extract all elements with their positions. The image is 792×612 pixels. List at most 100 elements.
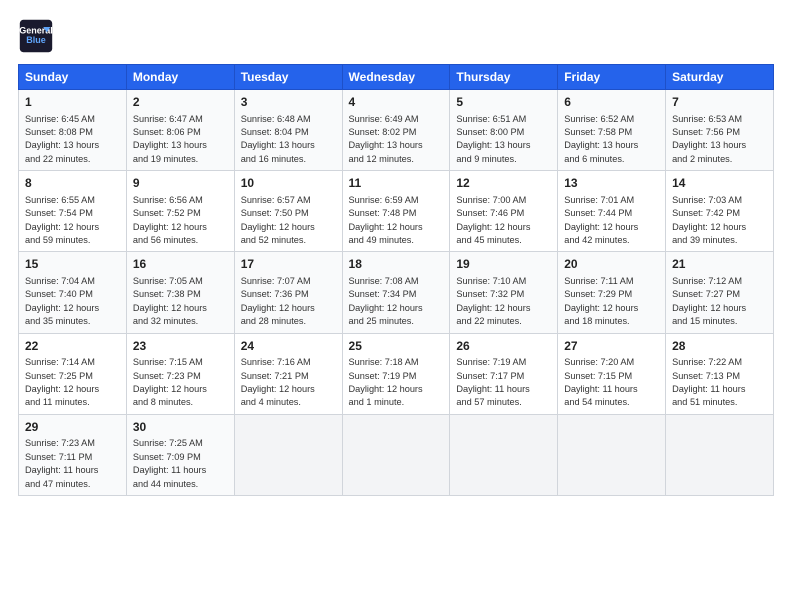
calendar-cell: 20 Sunrise: 7:11 AM Sunset: 7:29 PM Dayli… [558, 252, 666, 333]
day-info: Sunrise: 7:18 AM Sunset: 7:19 PM Dayligh… [349, 356, 444, 409]
calendar-cell [450, 414, 558, 495]
day-info: Sunrise: 7:16 AM Sunset: 7:21 PM Dayligh… [241, 356, 336, 409]
day-number: 1 [25, 94, 120, 111]
calendar-cell: 26Sunrise: 7:19 AM Sunset: 7:17 PM Dayli… [450, 333, 558, 414]
calendar-cell: 9 Sunrise: 6:56 AM Sunset: 7:52 PM Daylig… [126, 171, 234, 252]
day-info: Sunrise: 6:45 AM Sunset: 8:08 PM Dayligh… [25, 113, 120, 166]
calendar-cell: 6 Sunrise: 6:52 AM Sunset: 7:58 PM Daylig… [558, 90, 666, 171]
day-info: Sunrise: 7:00 AM Sunset: 7:46 PM Dayligh… [456, 194, 551, 247]
day-info: Sunrise: 7:08 AM Sunset: 7:34 PM Dayligh… [349, 275, 444, 328]
calendar-cell: 11 Sunrise: 6:59 AM Sunset: 7:48 PM Dayli… [342, 171, 450, 252]
day-info: Sunrise: 7:25 AM Sunset: 7:09 PM Dayligh… [133, 437, 228, 490]
calendar-cell: 24Sunrise: 7:16 AM Sunset: 7:21 PM Dayli… [234, 333, 342, 414]
calendar-cell: 29Sunrise: 7:23 AM Sunset: 7:11 PM Dayli… [19, 414, 127, 495]
day-number: 11 [349, 175, 444, 192]
day-info: Sunrise: 7:11 AM Sunset: 7:29 PM Dayligh… [564, 275, 659, 328]
calendar-cell [234, 414, 342, 495]
calendar-body: 1 Sunrise: 6:45 AM Sunset: 8:08 PM Daylig… [19, 90, 774, 496]
calendar-cell: 17 Sunrise: 7:07 AM Sunset: 7:36 PM Dayli… [234, 252, 342, 333]
day-number: 7 [672, 94, 767, 111]
day-info: Sunrise: 6:48 AM Sunset: 8:04 PM Dayligh… [241, 113, 336, 166]
calendar-cell: 25Sunrise: 7:18 AM Sunset: 7:19 PM Dayli… [342, 333, 450, 414]
calendar-week-2: 15 Sunrise: 7:04 AM Sunset: 7:40 PM Dayli… [19, 252, 774, 333]
calendar-cell: 13 Sunrise: 7:01 AM Sunset: 7:44 PM Dayli… [558, 171, 666, 252]
day-info: Sunrise: 7:19 AM Sunset: 7:17 PM Dayligh… [456, 356, 551, 409]
calendar-week-4: 29Sunrise: 7:23 AM Sunset: 7:11 PM Dayli… [19, 414, 774, 495]
calendar-cell: 5 Sunrise: 6:51 AM Sunset: 8:00 PM Daylig… [450, 90, 558, 171]
day-info: Sunrise: 6:59 AM Sunset: 7:48 PM Dayligh… [349, 194, 444, 247]
day-number: 3 [241, 94, 336, 111]
day-number: 2 [133, 94, 228, 111]
day-header-thursday: Thursday [450, 65, 558, 90]
day-number: 16 [133, 256, 228, 273]
day-number: 5 [456, 94, 551, 111]
day-info: Sunrise: 6:49 AM Sunset: 8:02 PM Dayligh… [349, 113, 444, 166]
day-number: 26 [456, 338, 551, 355]
calendar-cell: 4 Sunrise: 6:49 AM Sunset: 8:02 PM Daylig… [342, 90, 450, 171]
day-number: 20 [564, 256, 659, 273]
calendar-cell: 2 Sunrise: 6:47 AM Sunset: 8:06 PM Daylig… [126, 90, 234, 171]
calendar-cell [558, 414, 666, 495]
calendar-cell: 8 Sunrise: 6:55 AM Sunset: 7:54 PM Daylig… [19, 171, 127, 252]
day-number: 4 [349, 94, 444, 111]
day-number: 19 [456, 256, 551, 273]
day-info: Sunrise: 6:53 AM Sunset: 7:56 PM Dayligh… [672, 113, 767, 166]
day-header-saturday: Saturday [666, 65, 774, 90]
day-number: 6 [564, 94, 659, 111]
day-number: 18 [349, 256, 444, 273]
day-info: Sunrise: 6:52 AM Sunset: 7:58 PM Dayligh… [564, 113, 659, 166]
day-info: Sunrise: 7:15 AM Sunset: 7:23 PM Dayligh… [133, 356, 228, 409]
calendar-cell: 23Sunrise: 7:15 AM Sunset: 7:23 PM Dayli… [126, 333, 234, 414]
calendar-cell: 14 Sunrise: 7:03 AM Sunset: 7:42 PM Dayli… [666, 171, 774, 252]
calendar-cell: 1 Sunrise: 6:45 AM Sunset: 8:08 PM Daylig… [19, 90, 127, 171]
day-number: 17 [241, 256, 336, 273]
day-number: 27 [564, 338, 659, 355]
calendar-cell: 28Sunrise: 7:22 AM Sunset: 7:13 PM Dayli… [666, 333, 774, 414]
day-info: Sunrise: 6:56 AM Sunset: 7:52 PM Dayligh… [133, 194, 228, 247]
day-number: 12 [456, 175, 551, 192]
day-info: Sunrise: 7:05 AM Sunset: 7:38 PM Dayligh… [133, 275, 228, 328]
day-number: 22 [25, 338, 120, 355]
calendar-cell: 21Sunrise: 7:12 AM Sunset: 7:27 PM Dayli… [666, 252, 774, 333]
calendar-cell [666, 414, 774, 495]
day-number: 8 [25, 175, 120, 192]
day-number: 14 [672, 175, 767, 192]
day-info: Sunrise: 7:01 AM Sunset: 7:44 PM Dayligh… [564, 194, 659, 247]
day-number: 13 [564, 175, 659, 192]
day-number: 15 [25, 256, 120, 273]
calendar-cell: 16 Sunrise: 7:05 AM Sunset: 7:38 PM Dayli… [126, 252, 234, 333]
day-header-friday: Friday [558, 65, 666, 90]
day-header-monday: Monday [126, 65, 234, 90]
day-info: Sunrise: 7:07 AM Sunset: 7:36 PM Dayligh… [241, 275, 336, 328]
calendar-cell: 3 Sunrise: 6:48 AM Sunset: 8:04 PM Daylig… [234, 90, 342, 171]
calendar-cell: 7 Sunrise: 6:53 AM Sunset: 7:56 PM Daylig… [666, 90, 774, 171]
day-number: 24 [241, 338, 336, 355]
day-info: Sunrise: 6:57 AM Sunset: 7:50 PM Dayligh… [241, 194, 336, 247]
day-info: Sunrise: 7:23 AM Sunset: 7:11 PM Dayligh… [25, 437, 120, 490]
logo-icon: General Blue [18, 18, 54, 54]
day-number: 23 [133, 338, 228, 355]
calendar-cell: 27Sunrise: 7:20 AM Sunset: 7:15 PM Dayli… [558, 333, 666, 414]
logo: General Blue [18, 18, 54, 54]
day-info: Sunrise: 7:04 AM Sunset: 7:40 PM Dayligh… [25, 275, 120, 328]
day-number: 25 [349, 338, 444, 355]
day-info: Sunrise: 6:47 AM Sunset: 8:06 PM Dayligh… [133, 113, 228, 166]
day-info: Sunrise: 6:55 AM Sunset: 7:54 PM Dayligh… [25, 194, 120, 247]
calendar-cell: 18 Sunrise: 7:08 AM Sunset: 7:34 PM Dayli… [342, 252, 450, 333]
day-number: 9 [133, 175, 228, 192]
day-number: 29 [25, 419, 120, 436]
day-info: Sunrise: 7:14 AM Sunset: 7:25 PM Dayligh… [25, 356, 120, 409]
day-info: Sunrise: 7:22 AM Sunset: 7:13 PM Dayligh… [672, 356, 767, 409]
day-number: 30 [133, 419, 228, 436]
calendar-cell [342, 414, 450, 495]
day-info: Sunrise: 7:20 AM Sunset: 7:15 PM Dayligh… [564, 356, 659, 409]
day-info: Sunrise: 7:10 AM Sunset: 7:32 PM Dayligh… [456, 275, 551, 328]
calendar-week-3: 22Sunrise: 7:14 AM Sunset: 7:25 PM Dayli… [19, 333, 774, 414]
day-number: 21 [672, 256, 767, 273]
calendar-week-0: 1 Sunrise: 6:45 AM Sunset: 8:08 PM Daylig… [19, 90, 774, 171]
calendar-cell: 22Sunrise: 7:14 AM Sunset: 7:25 PM Dayli… [19, 333, 127, 414]
day-header-tuesday: Tuesday [234, 65, 342, 90]
calendar-cell: 10Sunrise: 6:57 AM Sunset: 7:50 PM Dayli… [234, 171, 342, 252]
day-info: Sunrise: 7:03 AM Sunset: 7:42 PM Dayligh… [672, 194, 767, 247]
day-info: Sunrise: 6:51 AM Sunset: 8:00 PM Dayligh… [456, 113, 551, 166]
